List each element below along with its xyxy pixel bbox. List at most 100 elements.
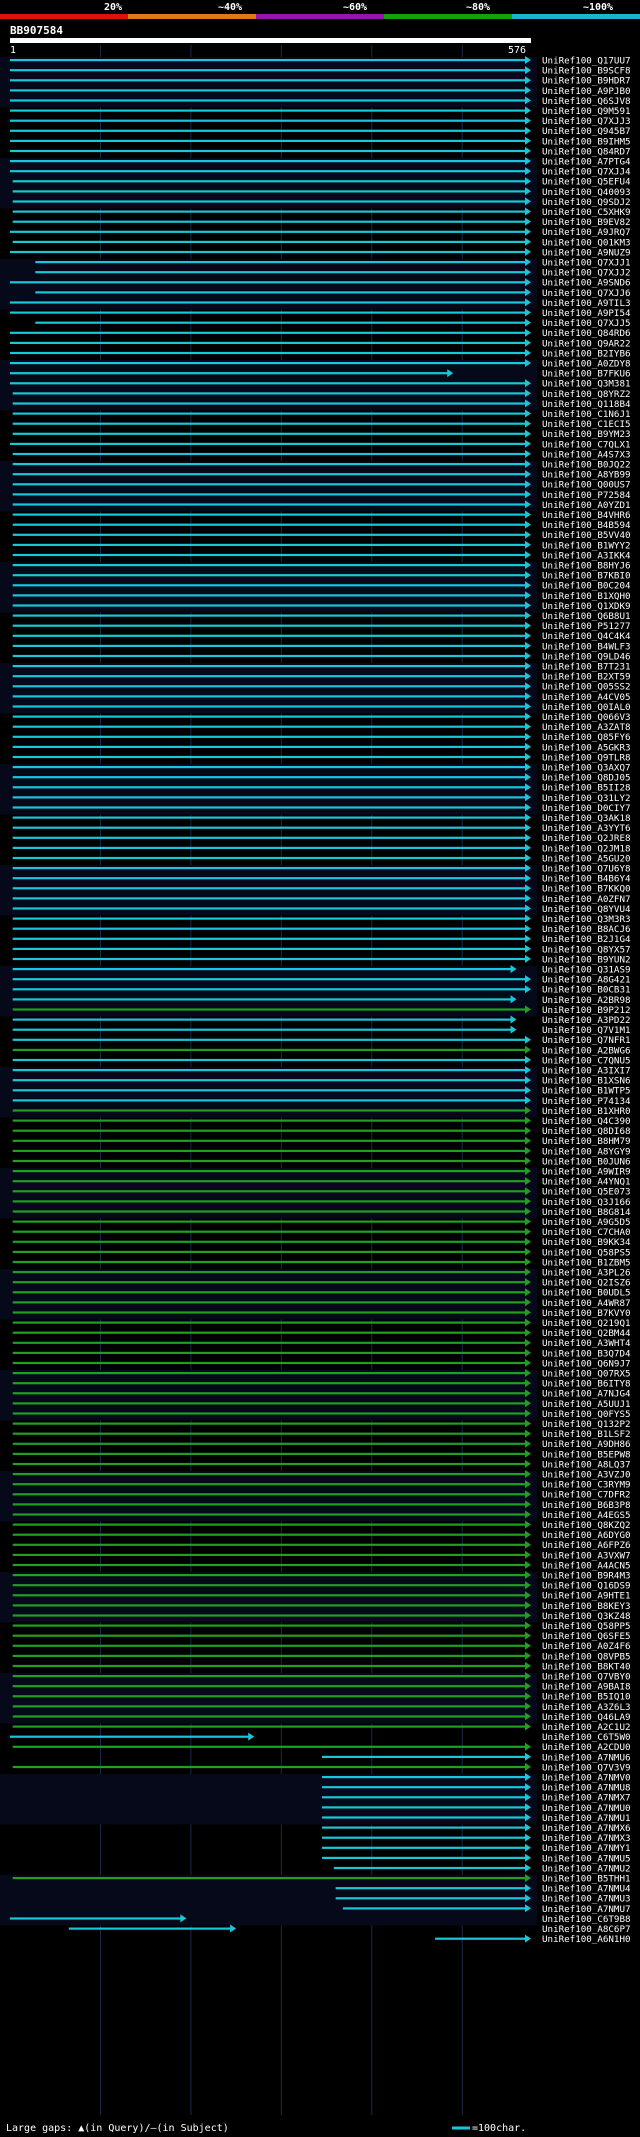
- hit-bar: [12, 715, 526, 718]
- hit-bar: [12, 452, 526, 456]
- hit-bar: [10, 372, 449, 375]
- hit-bar: [12, 897, 526, 900]
- hit-bar: [10, 1735, 250, 1738]
- hit-bar: [12, 594, 526, 597]
- hit-label[interactable]: UniRef100_A6N1H0: [542, 1934, 631, 1945]
- hit-bar: [35, 321, 527, 324]
- hit-bar: [12, 1745, 526, 1748]
- hit-bar: [12, 1311, 526, 1314]
- hit-bar: [12, 1200, 526, 1203]
- hit-bar: [12, 624, 526, 627]
- hit-bar: [10, 139, 526, 142]
- hit-bar: [10, 109, 526, 112]
- hit-bar: [322, 1826, 526, 1829]
- hit-bar: [12, 1220, 526, 1223]
- hit-bar: [12, 675, 526, 678]
- hit-bar: [12, 473, 526, 476]
- hit-bar: [12, 1240, 526, 1243]
- hit-bar: [12, 220, 526, 223]
- hit-bar: [12, 1432, 526, 1435]
- hit-bar: [12, 1361, 526, 1365]
- hit-bar: [12, 947, 526, 950]
- hit-bar: [12, 1250, 526, 1253]
- hit-bar: [12, 1089, 526, 1092]
- hit-bar: [12, 1099, 526, 1102]
- hit-bar: [12, 1301, 526, 1304]
- hit-bar: [12, 1402, 526, 1405]
- hit-bar: [12, 240, 526, 243]
- hit-bar: [12, 614, 526, 617]
- hit-bar: [12, 1553, 526, 1556]
- hit-bar: [12, 1473, 526, 1476]
- hit-bar: [12, 988, 526, 991]
- hit-bar: [322, 1816, 526, 1819]
- hit-bar: [10, 59, 526, 62]
- hit-bar: [12, 584, 526, 587]
- hit-bar: [12, 210, 526, 213]
- query-title: BB907584: [10, 24, 63, 37]
- hit-bar: [12, 755, 526, 759]
- hit-bar: [12, 654, 526, 658]
- hit-bar: [12, 1159, 526, 1163]
- hit-bar: [10, 301, 526, 304]
- hit-bar: [12, 190, 526, 193]
- hit-bar: [12, 533, 526, 536]
- hit-bar: [10, 99, 526, 102]
- hit-bar: [12, 432, 526, 435]
- hit-bar: [322, 1776, 526, 1779]
- hit-bar: [342, 1907, 526, 1910]
- hit-bar: [12, 867, 526, 870]
- hit-bar: [12, 1180, 526, 1183]
- hit-bar: [12, 1503, 526, 1506]
- hit-bar: [12, 1654, 526, 1657]
- hit-bar: [12, 887, 526, 890]
- hit-bar: [12, 1877, 526, 1880]
- hit-bar: [12, 1604, 526, 1607]
- scale-label: ~100%: [583, 2, 613, 13]
- hit-bar: [12, 856, 526, 860]
- hit-bar: [12, 200, 526, 203]
- hit-bar: [12, 1462, 526, 1466]
- hit-bar: [12, 1634, 526, 1637]
- hit-bar: [35, 271, 527, 274]
- hit-bar: [10, 79, 526, 82]
- hit-bar: [12, 1048, 526, 1051]
- hit-bar: [10, 119, 526, 122]
- scale-segment: [256, 14, 384, 19]
- query-bar: [10, 38, 531, 43]
- hit-bar: [12, 846, 526, 849]
- scale-segment: [512, 14, 640, 19]
- hit-bar: [10, 250, 526, 254]
- hit-bar: [12, 1675, 526, 1678]
- alignment-overview-chart: 20% ~40% ~60% ~80% ~100% BB907584 1 576 UniR…: [0, 0, 640, 2137]
- hit-bar: [12, 1341, 526, 1344]
- hit-bar: [12, 1230, 526, 1233]
- hit-bar: [12, 705, 526, 708]
- hit-bar: [35, 291, 527, 294]
- hit-bar: [12, 1513, 526, 1516]
- scale-label: ~80%: [466, 2, 490, 13]
- hit-bar: [12, 1705, 526, 1708]
- hit-bar: [12, 1382, 526, 1385]
- hit-bar: [12, 1321, 526, 1324]
- hit-bar: [12, 1493, 526, 1496]
- hit-bar: [12, 1543, 526, 1546]
- hit-bar: [12, 937, 526, 940]
- hit-bar: [12, 1129, 526, 1132]
- hit-bar: [12, 1422, 526, 1425]
- hit-bar: [12, 1058, 526, 1062]
- hit-bar: [322, 1755, 526, 1758]
- hit-bar: [12, 1008, 526, 1011]
- large-gaps-legend: Large gaps: ▲(in Query)/—(in Subject): [6, 2123, 229, 2134]
- hit-bar: [10, 129, 526, 132]
- hit-bar: [12, 1695, 526, 1698]
- hit-bar: [12, 1563, 526, 1567]
- hit-bar: [12, 796, 526, 799]
- hit-bar: [12, 1584, 526, 1587]
- hit-bar: [12, 917, 526, 920]
- hit-bar: [12, 1260, 526, 1264]
- hit-bar: [12, 604, 526, 607]
- hit-bar: [12, 1210, 526, 1213]
- hit-bar: [10, 341, 526, 344]
- hit-bar: [35, 261, 527, 264]
